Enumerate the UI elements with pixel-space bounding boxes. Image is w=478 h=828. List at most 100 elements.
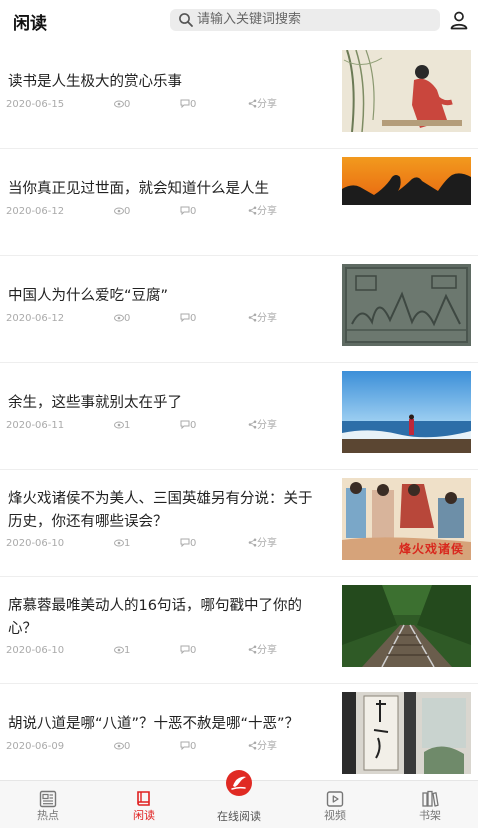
article-meta: 2020-06-15 0 0 分享 xyxy=(6,98,326,112)
view-count: 1 xyxy=(114,644,130,658)
article-title[interactable]: 中国人为什么爱吃“豆腐” xyxy=(8,285,326,308)
article-title[interactable]: 余生，这些事就别太在乎了 xyxy=(8,392,326,415)
view-count: 1 xyxy=(114,419,130,433)
view-count: 1 xyxy=(114,537,130,551)
article-date: 2020-06-12 xyxy=(6,313,65,324)
article-item[interactable]: 读书是人生极大的赏心乐事 2020-06-15 0 0 分享 xyxy=(0,42,478,149)
comment-count: 0 xyxy=(180,419,196,433)
comment-icon xyxy=(180,538,190,548)
tab-label: 闲读 xyxy=(133,809,155,822)
tab-hot[interactable]: 热点 xyxy=(0,781,96,828)
comment-count: 0 xyxy=(180,644,196,658)
comment-icon xyxy=(180,420,190,430)
tab-leisure-reading[interactable]: 闲读 xyxy=(96,781,192,828)
stone-relief-image xyxy=(342,264,471,346)
tab-video[interactable]: 视频 xyxy=(287,781,383,828)
share-icon xyxy=(248,645,257,654)
article-item[interactable]: 中国人为什么爱吃“豆腐” 2020-06-12 0 0 分享 xyxy=(0,256,478,363)
article-thumbnail[interactable] xyxy=(342,585,471,667)
tab-label: 书架 xyxy=(419,809,441,822)
article-item[interactable]: 烽火戏诸侯不为美人、三国英雄另有分说：关于历史，你还有哪些误会？ 2020-06… xyxy=(0,470,478,577)
share-icon xyxy=(248,99,257,108)
tab-label: 视频 xyxy=(324,809,346,822)
comment-count: 0 xyxy=(180,98,196,112)
comment-icon xyxy=(180,99,190,109)
video-icon xyxy=(326,791,344,807)
article-thumbnail[interactable] xyxy=(342,264,471,346)
book-icon xyxy=(137,791,150,806)
article-title[interactable]: 烽火戏诸侯不为美人、三国英雄另有分说：关于历史，你还有哪些误会？ xyxy=(8,488,326,534)
article-item[interactable]: 当你真正见过世面，就会知道什么是人生 2020-06-12 0 0 分享 xyxy=(0,149,478,256)
article-title[interactable]: 读书是人生极大的赏心乐事 xyxy=(8,71,326,94)
comment-count: 0 xyxy=(180,740,196,754)
view-count: 0 xyxy=(114,98,130,112)
newspaper-icon xyxy=(39,790,57,808)
share-button[interactable]: 分享 xyxy=(248,644,277,658)
tab-label-online-reading: 在线阅读 xyxy=(217,810,261,823)
search-icon xyxy=(179,13,193,27)
article-title[interactable]: 胡说八道是哪“八道”？十恶不赦是哪“十恶”？ xyxy=(8,713,326,736)
comment-count: 0 xyxy=(180,537,196,551)
share-button[interactable]: 分享 xyxy=(248,537,277,551)
search-input[interactable]: 请输入关键词搜索 xyxy=(197,12,301,28)
seaside-image xyxy=(342,371,471,453)
article-item[interactable]: 胡说八道是哪“八道”？十恶不赦是哪“十恶”？ 2020-06-09 0 0 分享 xyxy=(0,684,478,784)
eye-icon xyxy=(114,646,124,654)
eye-icon xyxy=(114,207,124,215)
article-title[interactable]: 当你真正见过世面，就会知道什么是人生 xyxy=(8,178,326,201)
view-count: 0 xyxy=(114,740,130,754)
article-meta: 2020-06-10 1 0 分享 xyxy=(6,644,326,658)
tab-label: 热点 xyxy=(37,809,59,822)
railway-forest-image xyxy=(342,585,471,667)
article-meta: 2020-06-09 0 0 分享 xyxy=(6,740,326,754)
comment-icon xyxy=(180,645,190,655)
share-button[interactable]: 分享 xyxy=(248,740,277,754)
article-date: 2020-06-15 xyxy=(6,99,65,110)
article-item[interactable]: 席慕蓉最唯美动人的16句话，哪句戳中了你的心？ 2020-06-10 1 0 分… xyxy=(0,577,478,684)
page-title: 闲读 xyxy=(13,14,47,34)
share-button[interactable]: 分享 xyxy=(248,419,277,433)
comment-icon xyxy=(180,206,190,216)
comment-icon xyxy=(180,313,190,323)
share-button[interactable]: 分享 xyxy=(248,98,277,112)
comment-count: 0 xyxy=(180,205,196,219)
tab-bookshelf[interactable]: 书架 xyxy=(382,781,478,828)
sunset-image xyxy=(342,157,471,239)
article-thumbnail[interactable] xyxy=(342,692,471,774)
article-date: 2020-06-09 xyxy=(6,741,65,752)
eye-icon xyxy=(114,421,124,429)
eye-icon xyxy=(114,742,124,750)
article-item[interactable]: 余生，这些事就别太在乎了 2020-06-11 1 0 分享 xyxy=(0,363,478,470)
article-meta: 2020-06-12 0 0 分享 xyxy=(6,205,326,219)
article-title[interactable]: 席慕蓉最唯美动人的16句话，哪句戳中了你的心？ xyxy=(8,595,326,641)
share-button[interactable]: 分享 xyxy=(248,312,277,326)
app-header: 闲读 请输入关键词搜索 xyxy=(0,0,478,42)
share-button[interactable]: 分享 xyxy=(248,205,277,219)
article-thumbnail[interactable] xyxy=(342,157,471,239)
article-date: 2020-06-12 xyxy=(6,206,65,217)
eye-icon xyxy=(114,314,124,322)
comment-count: 0 xyxy=(180,312,196,326)
image-caption: 烽火戏诸侯 xyxy=(399,542,465,556)
view-count: 0 xyxy=(114,312,130,326)
article-thumbnail[interactable] xyxy=(342,50,471,132)
comment-icon xyxy=(180,741,190,751)
painting-image xyxy=(342,50,471,132)
article-meta: 2020-06-12 0 0 分享 xyxy=(6,312,326,326)
share-icon xyxy=(248,206,257,215)
article-thumbnail[interactable]: 烽火戏诸侯 xyxy=(342,478,471,560)
eye-icon xyxy=(114,539,124,547)
share-icon xyxy=(248,313,257,322)
article-thumbnail[interactable] xyxy=(342,371,471,453)
share-icon xyxy=(248,420,257,429)
tab-online-reading[interactable] xyxy=(226,770,252,796)
user-icon[interactable] xyxy=(449,10,469,30)
view-count: 0 xyxy=(114,205,130,219)
article-date: 2020-06-10 xyxy=(6,538,65,549)
bookshelf-icon xyxy=(422,790,439,807)
online-reading-icon xyxy=(231,776,246,790)
article-meta: 2020-06-10 1 0 分享 xyxy=(6,537,326,551)
share-icon xyxy=(248,538,257,547)
search-bar[interactable]: 请输入关键词搜索 xyxy=(170,9,440,31)
share-icon xyxy=(248,741,257,750)
